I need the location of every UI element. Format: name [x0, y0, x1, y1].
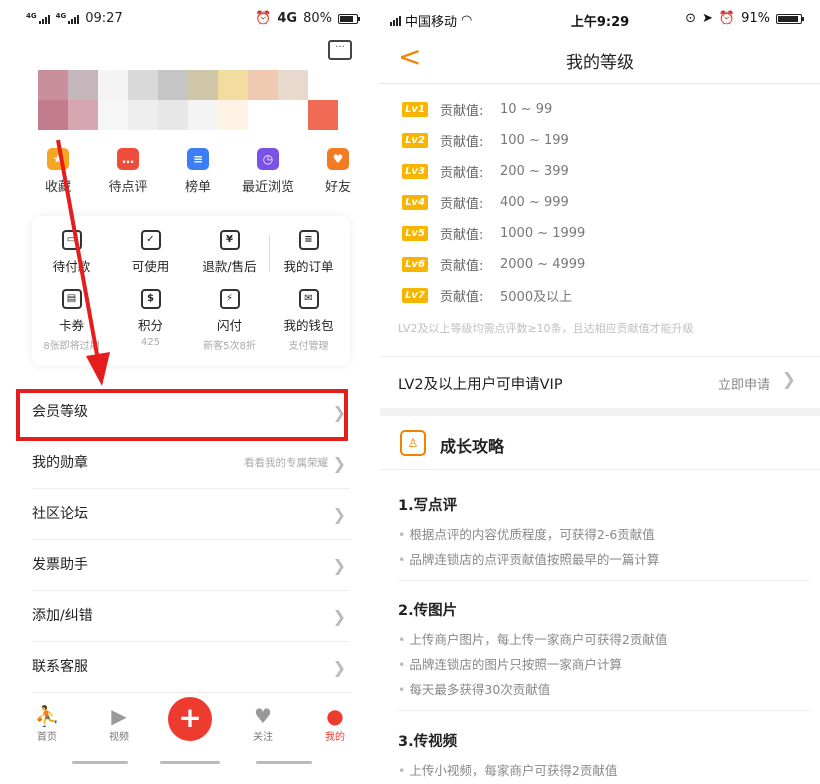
- chevron-right-icon: ❯: [781, 370, 796, 390]
- level-row: Lv5 贡献值: 1000 ~ 1999: [402, 223, 585, 243]
- bullet-icon: •: [398, 763, 410, 778]
- bullet-icon: •: [398, 682, 410, 697]
- tab-home[interactable]: ⛹ 首页: [22, 704, 72, 743]
- alarm-icon: ⏰: [718, 11, 736, 26]
- nav-bar: < 我的等级: [380, 36, 820, 84]
- level-range: 100 ~ 199: [500, 132, 569, 148]
- level-badge: Lv2: [402, 132, 428, 148]
- nav-handle: [256, 761, 312, 764]
- level-badge: Lv6: [402, 256, 428, 272]
- tab-video[interactable]: ▶ 视频: [94, 704, 144, 743]
- growth-header: ♙ 成长攻略: [380, 416, 820, 470]
- nav-handle: [72, 761, 128, 764]
- vip-apply-row[interactable]: LV2及以上用户可申请VIP 立即申请 ❯: [380, 356, 820, 408]
- heart-icon: ♥: [254, 704, 272, 728]
- level-range: 10 ~ 99: [500, 101, 553, 117]
- tab-label: 视频: [109, 732, 129, 743]
- divider: [398, 710, 810, 711]
- level-row: Lv4 贡献值: 400 ~ 999: [402, 192, 569, 212]
- section-title: 3.传视频: [398, 734, 458, 750]
- section-item: • 品牌连锁店的图片只按照一家商户计算: [398, 654, 622, 673]
- level-screen: 中国移动 ◠ 上午9:29 ⊙ ➤ ⏰ 91% < 我的等级 Lv1 贡献值: 10…: [380, 0, 820, 784]
- user-icon: ●: [326, 704, 344, 728]
- vip-text: LV2及以上用户可申请VIP: [398, 377, 563, 393]
- level-note: LV2及以上等级均需点评数≥10条，且达相应贡献值才能升级: [398, 322, 694, 335]
- section-item-text: 品牌连锁店的图片只按照一家商户计算: [409, 657, 622, 672]
- section-title: 1.写点评: [398, 498, 458, 514]
- nav-handle: [160, 761, 220, 764]
- bullet-icon: •: [398, 632, 410, 647]
- section-item: • 上传商户图片，每上传一家商户可获得2贡献值: [398, 629, 667, 648]
- level-label: 贡献值:: [440, 165, 484, 181]
- section-item-text: 根据点评的内容优质程度，可获得2-6贡献值: [409, 527, 655, 542]
- video-icon: ▶: [111, 704, 127, 728]
- level-range: 200 ~ 399: [500, 163, 569, 179]
- page-title: 我的等级: [566, 53, 634, 73]
- section-item: • 品牌连锁店的点评贡献值按照最早的一篇计算: [398, 549, 659, 568]
- section-item-text: 每天最多获得30次贡献值: [409, 682, 551, 697]
- section-item: • 上传小视频，每家商户可获得2贡献值: [398, 760, 617, 779]
- level-label: 贡献值:: [440, 103, 484, 119]
- level-range: 1000 ~ 1999: [500, 225, 586, 241]
- level-row: Lv2 贡献值: 100 ~ 199: [402, 130, 569, 150]
- level-badge: Lv4: [402, 194, 428, 210]
- level-label: 贡献值:: [440, 227, 484, 243]
- section-item-text: 品牌连锁店的点评贡献值按照最早的一篇计算: [409, 552, 660, 567]
- level-range: 5000及以上: [500, 289, 573, 305]
- location-icon: ➤: [702, 11, 713, 26]
- growth-title: 成长攻略: [440, 437, 505, 456]
- tab-label: 首页: [37, 732, 57, 743]
- section-item-text: 上传小视频，每家商户可获得2贡献值: [409, 763, 618, 778]
- level-label: 贡献值:: [440, 289, 484, 305]
- section-title: 2.传图片: [398, 603, 458, 619]
- annotation-arrow: [56, 139, 110, 386]
- level-range: 2000 ~ 4999: [500, 256, 586, 272]
- level-label: 贡献值:: [440, 258, 484, 274]
- status-bar: 中国移动 ◠ 上午9:29 ⊙ ➤ ⏰ 91%: [380, 8, 820, 30]
- battery-icon: [776, 13, 804, 24]
- section-separator: [380, 408, 820, 416]
- level-row: Lv3 贡献值: 200 ~ 399: [402, 161, 569, 181]
- level-label: 贡献值:: [440, 196, 484, 212]
- divider: [398, 580, 810, 581]
- level-badge: Lv1: [402, 101, 428, 117]
- profile-screen: 4G 4G 09:27 ⏰ 4G 80% ··· ★ 收藏… 待点评 ≡ 榜单 ◷ 最近浏览…: [0, 0, 380, 784]
- bullet-icon: •: [398, 552, 410, 567]
- section-item-text: 上传商户图片，每上传一家商户可获得2贡献值: [409, 632, 668, 647]
- add-button[interactable]: +: [168, 697, 212, 741]
- section-item: • 每天最多获得30次贡献值: [398, 679, 550, 698]
- growth-icon: ♙: [400, 430, 426, 456]
- tab-heart[interactable]: ♥ 关注: [238, 704, 288, 743]
- screenshot-root: 4G 4G 09:27 ⏰ 4G 80% ··· ★ 收藏… 待点评 ≡ 榜单 ◷ 最近浏览…: [0, 0, 820, 784]
- level-row: Lv7 贡献值: 5000及以上: [402, 285, 572, 305]
- battery-label: 91%: [741, 11, 770, 26]
- tab-user[interactable]: ● 我的: [310, 704, 360, 743]
- level-badge: Lv7: [402, 287, 428, 303]
- level-range: 400 ~ 999: [500, 194, 569, 210]
- level-row: Lv6 贡献值: 2000 ~ 4999: [402, 254, 585, 274]
- level-row: Lv1 贡献值: 10 ~ 99: [402, 99, 552, 119]
- tab-label: 我的: [325, 732, 345, 743]
- tab-label: 关注: [253, 732, 273, 743]
- level-badge: Lv5: [402, 225, 428, 241]
- vip-apply-link[interactable]: 立即申请: [718, 374, 770, 393]
- bullet-icon: •: [398, 657, 410, 672]
- rotation-lock-icon: ⊙: [685, 11, 696, 26]
- bullet-icon: •: [398, 527, 410, 542]
- section-item: • 根据点评的内容优质程度，可获得2-6贡献值: [398, 524, 655, 543]
- level-badge: Lv3: [402, 163, 428, 179]
- level-label: 贡献值:: [440, 134, 484, 150]
- home-icon: ⛹: [34, 704, 60, 728]
